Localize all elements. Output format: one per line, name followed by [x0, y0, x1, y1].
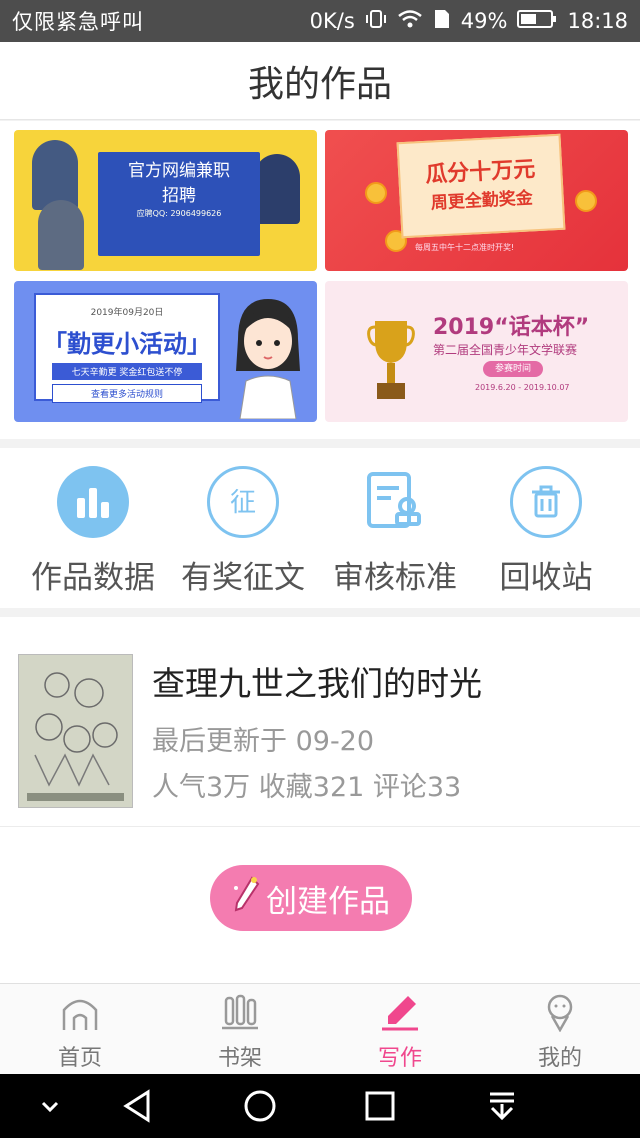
- book-cover: [18, 654, 133, 808]
- home-circle-icon[interactable]: [240, 1086, 280, 1126]
- bar-chart-icon: [57, 466, 129, 538]
- tab-label: 写作: [377, 1046, 422, 1071]
- notification-pull-icon[interactable]: [482, 1086, 522, 1126]
- carrier-text: 仅限紧急呼叫: [12, 10, 144, 34]
- recruit-panel: 官方网编兼职 招聘 应聘QQ: 2906499626: [98, 152, 260, 256]
- contest-dates: 2019.6.20 - 2019.10.07: [475, 383, 570, 392]
- activity-window: 2019年09月20日 「勤更小活动」 七天辛勤更 奖金红包送不停 查看更多活动…: [34, 293, 220, 403]
- work-stats: 人气3万 收藏321 评论33: [152, 772, 462, 803]
- banner-recruit[interactable]: 官方网编兼职 招聘 应聘QQ: 2906499626: [14, 130, 317, 271]
- func-label: 有奖征文: [181, 560, 305, 596]
- header: 我的作品: [0, 42, 640, 120]
- activity-date: 2019年09月20日: [90, 308, 164, 318]
- coin-icon: [575, 190, 597, 212]
- work-updated: 最后更新于 09-20: [152, 726, 375, 757]
- contest-subtitle: 第二届全国青少年文学联赛: [433, 343, 578, 357]
- reward-card: 瓜分十万元 周更全勤奖金: [396, 133, 566, 239]
- func-work-data[interactable]: 作品数据: [18, 466, 168, 597]
- network-speed: 0K/s: [309, 9, 355, 33]
- activity-title: 「勤更小活动」: [43, 330, 211, 358]
- func-label: 作品数据: [31, 560, 155, 596]
- banner-contest[interactable]: 2019“话本杯” 第二届全国青少年文学联赛 参赛时间 2019.6.20 - …: [325, 281, 628, 422]
- banner-grid: 官方网编兼职 招聘 应聘QQ: 2906499626 瓜分十万元 周更全勤奖金 …: [0, 121, 640, 439]
- tab-bookshelf[interactable]: 书架: [160, 992, 320, 1072]
- func-label: 审核标准: [333, 560, 457, 596]
- girl-illustration: [236, 299, 300, 419]
- recruit-line1: 官方网编兼职: [128, 161, 230, 181]
- bookshelf-icon: [222, 994, 258, 1030]
- trophy-illustration: [367, 321, 415, 399]
- pencil-icon: [232, 874, 262, 922]
- function-shortcuts: 作品数据 征 有奖征文 审核标准 回收站: [0, 448, 640, 608]
- activity-tagline: 七天辛勤更 奖金红包送不停: [52, 363, 202, 380]
- svg-text:征: 征: [230, 488, 256, 518]
- battery-percent: 49%: [460, 9, 508, 33]
- func-label: 回收站: [499, 560, 593, 596]
- func-trash[interactable]: 回收站: [471, 466, 621, 597]
- create-work-label: 创建作品: [266, 883, 390, 920]
- clock: 18:18: [567, 9, 628, 33]
- person-illustration: [38, 200, 84, 270]
- write-icon: [382, 996, 418, 1031]
- person-illustration: [254, 154, 300, 224]
- contest-title: 2019“话本杯”: [433, 315, 590, 340]
- activity-more: 查看更多活动规则: [52, 384, 202, 403]
- coin-icon: [365, 182, 387, 204]
- contest-pill: 参赛时间: [483, 361, 543, 377]
- sim-icon: [433, 8, 451, 35]
- page-title: 我的作品: [247, 63, 392, 105]
- banner-activity[interactable]: 2019年09月20日 「勤更小活动」 七天辛勤更 奖金红包送不停 查看更多活动…: [14, 281, 317, 422]
- vibrate-icon: [365, 8, 387, 35]
- work-item[interactable]: 查理九世之我们的时光 最后更新于 09-20 人气3万 收藏321 评论33: [0, 617, 640, 827]
- wifi-icon: [397, 8, 423, 35]
- home-icon: [62, 999, 98, 1030]
- recruit-line2: 招聘: [162, 186, 196, 206]
- func-review-standard[interactable]: 审核标准: [320, 466, 470, 597]
- back-icon[interactable]: [118, 1086, 158, 1126]
- system-nav-bar: [0, 1074, 640, 1138]
- banner-reward[interactable]: 瓜分十万元 周更全勤奖金 每周五中午十二点准时开奖!: [325, 130, 628, 271]
- trash-icon: [510, 466, 582, 538]
- recruit-qq: 应聘QQ: 2906499626: [136, 209, 222, 218]
- contest-icon: 征: [207, 466, 279, 538]
- tab-write[interactable]: 写作: [320, 992, 480, 1072]
- person-illustration: [32, 140, 78, 210]
- profile-icon: [547, 994, 573, 1033]
- works-section: 查理九世之我们的时光 最后更新于 09-20 人气3万 收藏321 评论33 创…: [0, 617, 640, 983]
- status-indicators: 0K/s 49% 18:18: [310, 8, 628, 35]
- func-contest[interactable]: 征 有奖征文: [168, 466, 318, 597]
- review-standard-icon: [359, 466, 431, 538]
- tab-label: 首页: [57, 1046, 102, 1071]
- chevron-down-icon[interactable]: [30, 1086, 70, 1126]
- tab-home[interactable]: 首页: [0, 992, 160, 1072]
- battery-icon: [517, 9, 557, 34]
- tab-label: 我的: [537, 1046, 582, 1071]
- tab-label: 书架: [217, 1046, 262, 1071]
- recents-icon[interactable]: [360, 1086, 400, 1126]
- create-work-button[interactable]: 创建作品: [210, 865, 412, 931]
- reward-note: 每周五中午十二点准时开奖!: [415, 243, 515, 252]
- bottom-tab-bar: 首页 书架 写作 我的: [0, 983, 640, 1074]
- status-bar: 仅限紧急呼叫 0K/s 49% 18:18: [0, 0, 640, 42]
- tab-profile[interactable]: 我的: [480, 992, 640, 1072]
- work-title: 查理九世之我们的时光: [152, 664, 482, 703]
